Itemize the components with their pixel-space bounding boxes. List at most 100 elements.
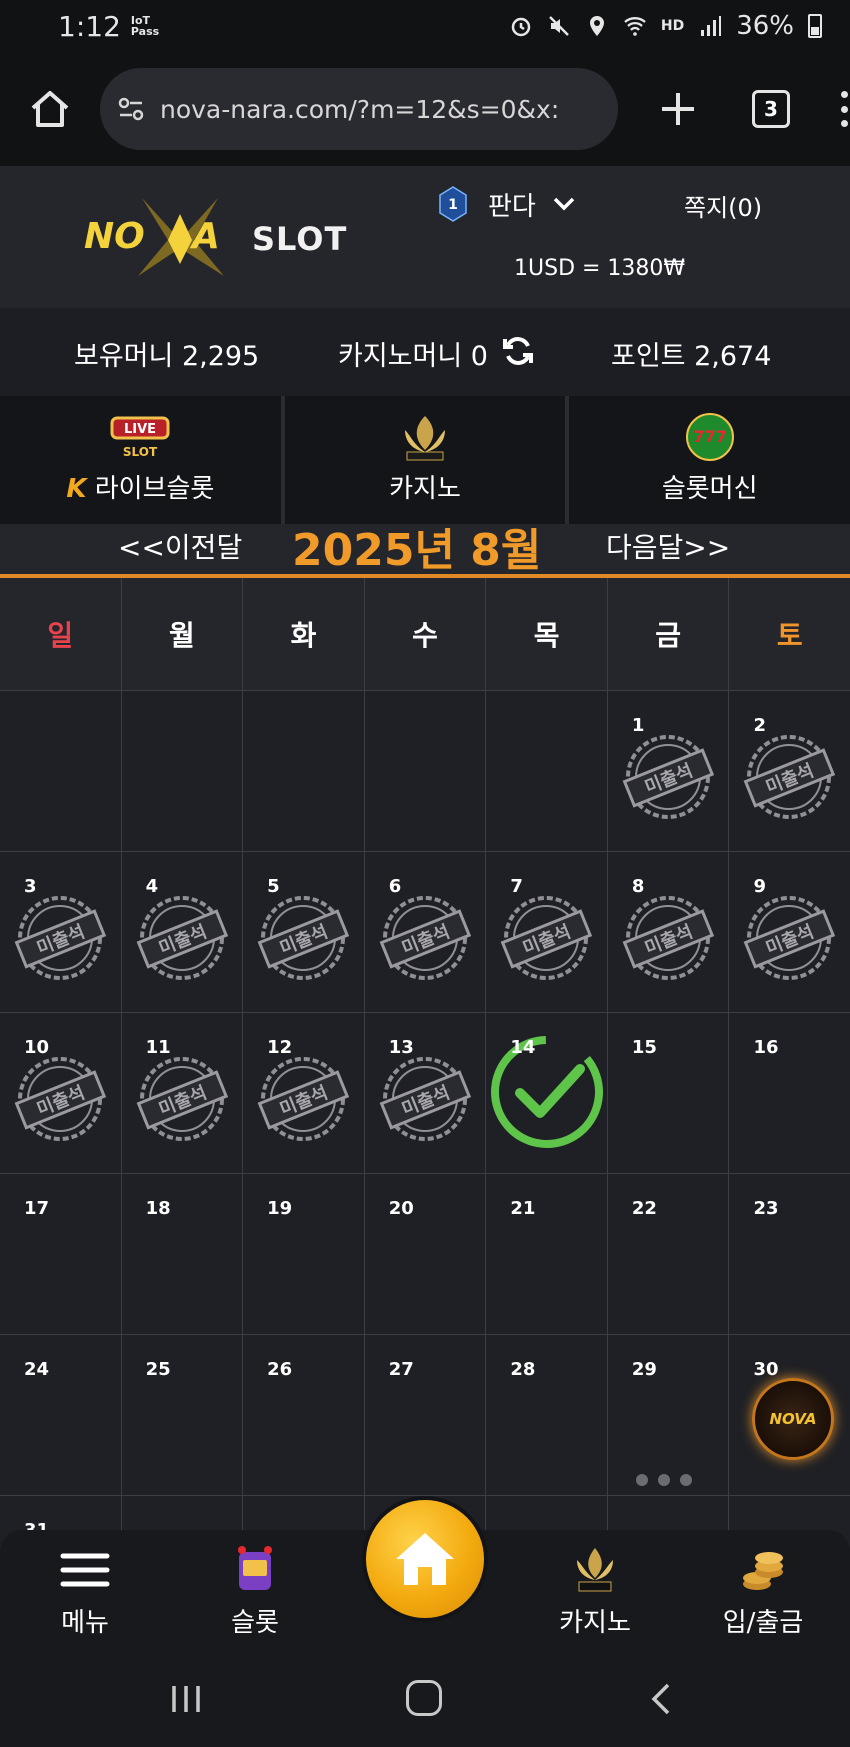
calendar-day[interactable]: 9 미출석	[729, 852, 850, 1013]
svg-text:LIVE: LIVE	[124, 422, 156, 437]
next-month-link[interactable]: 다음달>>	[606, 526, 730, 566]
nova-slot-logo[interactable]: NO A SLOT	[84, 194, 354, 278]
system-navigation	[0, 1654, 850, 1747]
user-name[interactable]: 판다	[488, 186, 536, 223]
calendar-day[interactable]: 6 미출석	[364, 852, 487, 1013]
nav-slot[interactable]: 슬롯	[180, 1544, 330, 1639]
calendar-empty-cell	[121, 691, 244, 852]
site-settings-icon[interactable]	[116, 94, 146, 124]
calendar-empty-cell	[486, 691, 608, 852]
calendar-day[interactable]: 12 미출석	[243, 1013, 365, 1174]
calendar-day[interactable]: 19	[243, 1174, 365, 1335]
weekday-sat: 토	[729, 578, 850, 691]
calendar-day[interactable]: 13 미출석	[364, 1013, 487, 1174]
browser-menu-icon[interactable]	[839, 91, 849, 127]
calendar-day[interactable]: 11 미출석	[121, 1013, 244, 1174]
url-text: nova-nara.com/?m=12&s=0&x:	[160, 94, 560, 124]
battery-icon	[808, 14, 822, 38]
message-link[interactable]: 쪽지(0)	[684, 188, 762, 223]
tab-switcher-button[interactable]: 3	[752, 90, 790, 128]
home-icon[interactable]	[25, 84, 75, 134]
nav-deposit-label: 입/출금	[722, 1608, 804, 1638]
day-number: 23	[753, 1198, 779, 1219]
points: 포인트 2,674	[611, 341, 772, 372]
system-home-icon[interactable]	[406, 1680, 442, 1716]
level-badge-icon: 1	[439, 186, 467, 222]
casino-money: 카지노머니 0	[338, 341, 488, 372]
nav-deposit-withdraw[interactable]: 입/출금	[688, 1544, 838, 1639]
tab-slot-machine-label: 슬롯머신	[661, 474, 758, 504]
tab-live-slot[interactable]: LIVE SLOT K 라이브슬롯	[0, 396, 285, 524]
prev-month-link[interactable]: <<이전달	[118, 526, 242, 566]
calendar-day[interactable]: 10 미출석	[0, 1013, 122, 1174]
calendar-empty-cell	[243, 691, 365, 852]
tab-casino[interactable]: 카지노	[285, 396, 570, 524]
k-slot-nav-icon	[577, 1548, 613, 1592]
tab-slot-machine[interactable]: 777 슬롯머신	[569, 396, 850, 524]
calendar-day[interactable]: 24	[0, 1335, 122, 1496]
day-number: 28	[510, 1359, 536, 1380]
calendar-day[interactable]: 17	[0, 1174, 122, 1335]
absent-stamp-icon: 미출석	[379, 896, 471, 980]
refresh-icon[interactable]	[501, 334, 535, 368]
calendar-day[interactable]: 5 미출석	[243, 852, 365, 1013]
absent-stamp-icon: 미출석	[744, 896, 836, 980]
nav-menu-label: 메뉴	[61, 1608, 109, 1638]
calendar-day[interactable]: 8 미출석	[607, 852, 730, 1013]
signal-icon	[701, 16, 722, 36]
nova-floating-button[interactable]: NOVA	[752, 1378, 834, 1460]
calendar-day[interactable]: 2 미출석	[729, 691, 850, 852]
calendar-day[interactable]: 20	[364, 1174, 487, 1335]
k-brand-icon: K	[66, 474, 87, 504]
day-number: 20	[388, 1198, 414, 1219]
address-bar[interactable]: nova-nara.com/?m=12&s=0&x:	[100, 68, 618, 150]
battery-percent: 36%	[736, 11, 794, 41]
mute-icon	[548, 16, 569, 36]
coins-icon	[743, 1552, 783, 1590]
calendar-week: 1 미출석 2 미출석	[0, 691, 850, 852]
absent-stamp-icon: 미출석	[744, 735, 836, 819]
more-dots-icon[interactable]	[636, 1474, 692, 1486]
nav-casino[interactable]: 카지노	[520, 1544, 670, 1639]
calendar-day[interactable]: 27	[364, 1335, 487, 1496]
calendar-day[interactable]: 23	[729, 1174, 850, 1335]
chevron-down-icon[interactable]	[552, 192, 576, 216]
calendar-week: 17 18 19 20 21 22 23	[0, 1174, 850, 1335]
alarm-icon	[511, 17, 531, 37]
day-number: 22	[631, 1198, 657, 1219]
home-fab-button[interactable]	[362, 1496, 488, 1622]
calendar-day[interactable]: 18	[121, 1174, 244, 1335]
calendar-day[interactable]: 25	[121, 1335, 244, 1496]
calendar-day[interactable]: 16	[729, 1013, 850, 1174]
calendar-day[interactable]: 29	[607, 1335, 730, 1496]
hamburger-icon	[60, 1553, 110, 1587]
absent-stamp-icon: 미출석	[14, 1057, 106, 1141]
iot-pass-icon: IoT Pass	[130, 14, 160, 38]
calendar-day[interactable]: 15	[607, 1013, 730, 1174]
back-icon[interactable]	[648, 1682, 674, 1716]
absent-stamp-icon: 미출석	[14, 896, 106, 980]
new-tab-icon[interactable]	[656, 87, 700, 131]
weekday-thu: 목	[486, 578, 608, 691]
recent-apps-icon[interactable]	[168, 1682, 204, 1716]
calendar-day[interactable]: 21	[486, 1174, 608, 1335]
calendar-day[interactable]: 3 미출석	[0, 852, 122, 1013]
browser-toolbar: nova-nara.com/?m=12&s=0&x: 3	[0, 52, 850, 166]
k-slot-icon	[405, 416, 445, 461]
calendar-day[interactable]: 28	[486, 1335, 608, 1496]
calendar-day[interactable]: 26	[243, 1335, 365, 1496]
nav-menu[interactable]: 메뉴	[10, 1544, 160, 1639]
calendar-day[interactable]: 4 미출석	[121, 852, 244, 1013]
calendar-day[interactable]: 22	[607, 1174, 730, 1335]
day-number: 17	[24, 1198, 50, 1219]
calendar-week: 10 미출석 11 미출석 12 미출석 13 미출석 14 15 16	[0, 1013, 850, 1174]
slot-machine-icon	[238, 1546, 272, 1590]
day-number: 19	[267, 1198, 293, 1219]
home-icon-large	[396, 1533, 454, 1585]
calendar-day[interactable]: 14	[486, 1013, 608, 1174]
absent-stamp-icon: 미출석	[136, 896, 228, 980]
calendar-day[interactable]: 1 미출석	[607, 691, 730, 852]
absent-stamp-icon: 미출석	[622, 735, 714, 819]
calendar-day[interactable]: 7 미출석	[486, 852, 608, 1013]
weekday-header: 일 월 화 수 목 금 토	[0, 578, 850, 691]
